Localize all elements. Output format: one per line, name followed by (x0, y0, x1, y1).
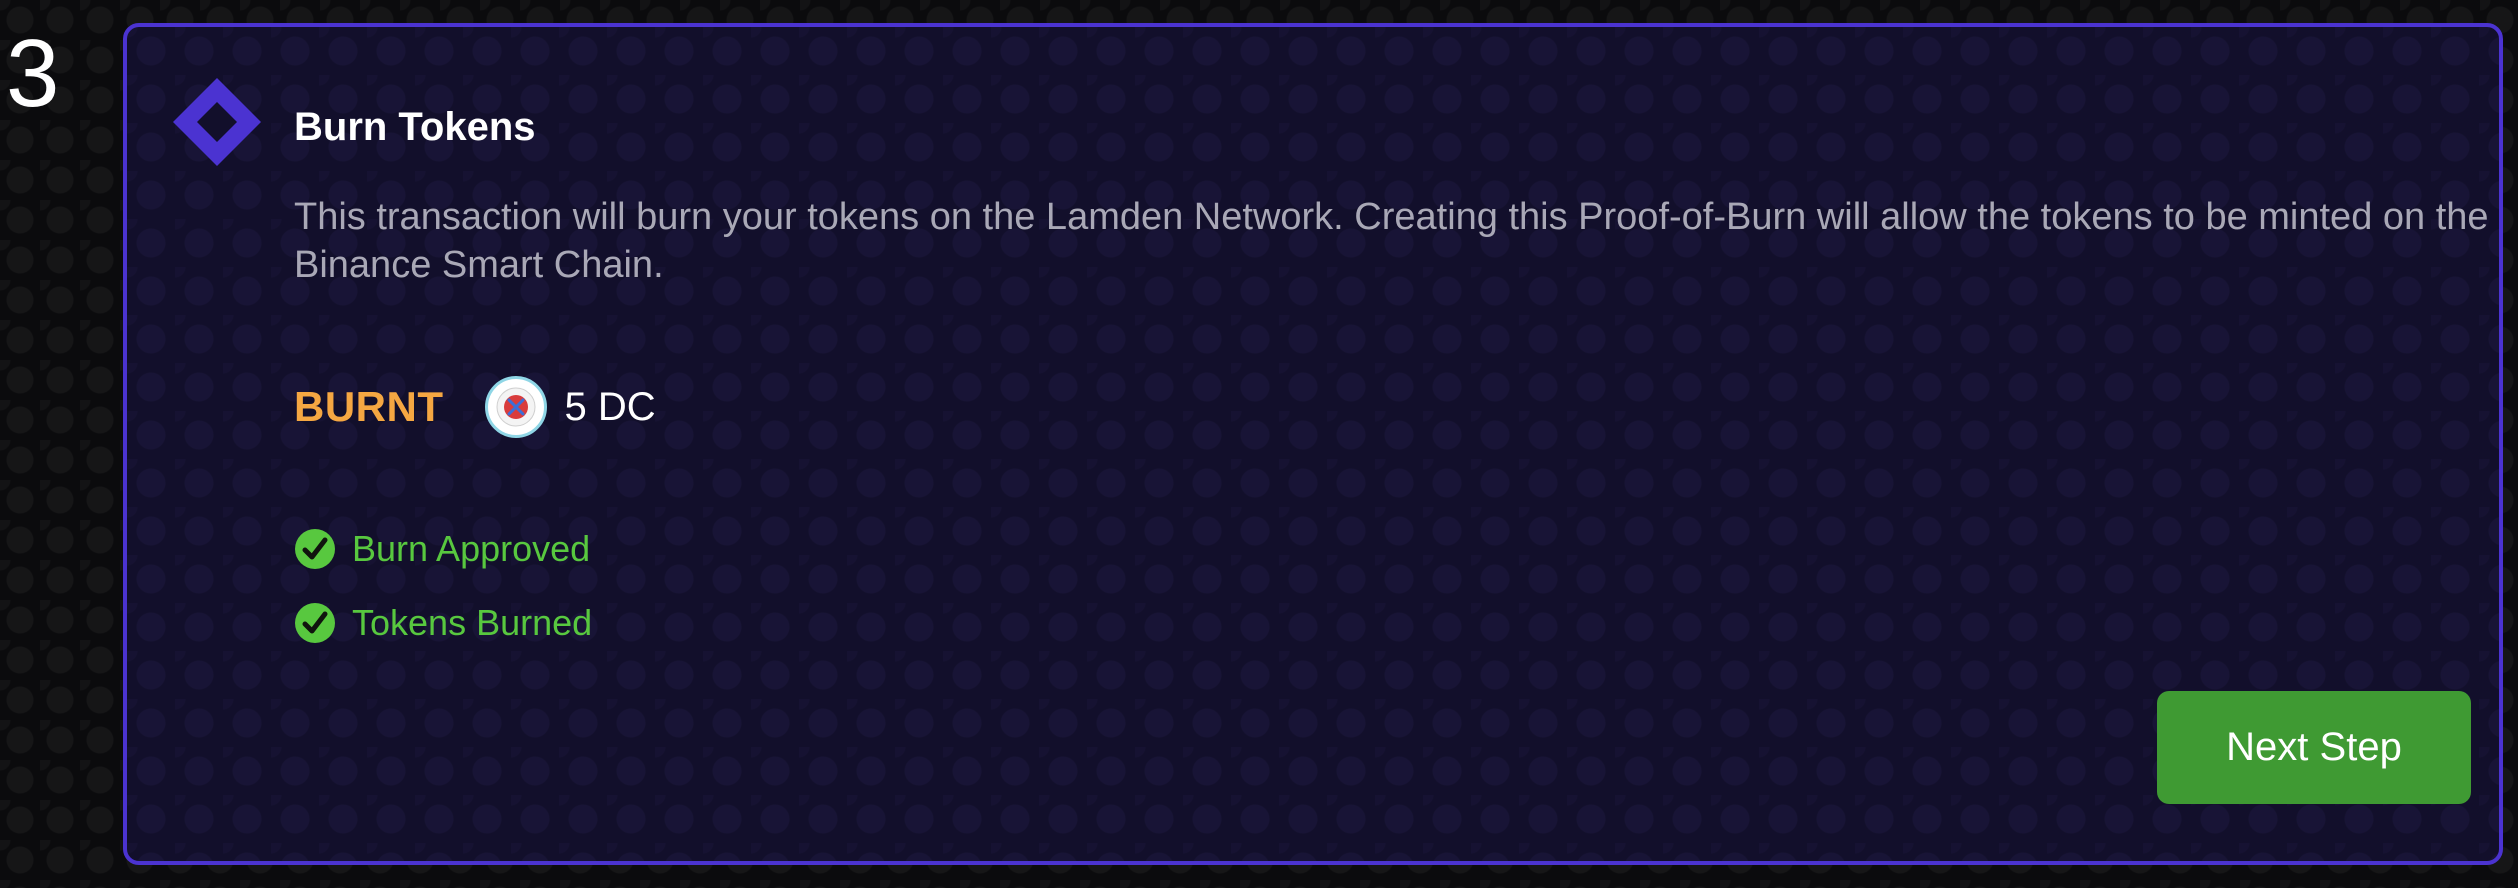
check-circle-icon (295, 529, 335, 569)
burnt-label: BURNT (294, 383, 444, 430)
token-coin-icon (485, 376, 548, 438)
step-number: 3 (6, 20, 60, 127)
card-description: This transaction will burn your tokens o… (294, 196, 2489, 286)
burn-tokens-card: Burn Tokens This transaction will burn y… (123, 23, 2503, 865)
diamond-logo-icon (173, 78, 261, 166)
status-label: Burn Approved (352, 528, 591, 569)
burn-summary: BURNT 5 DC (294, 367, 656, 447)
card-title: Burn Tokens (294, 105, 536, 149)
status-item-burn-approved: Burn Approved (294, 512, 592, 586)
next-step-button[interactable]: Next Step (2157, 691, 2471, 804)
status-label: Tokens Burned (352, 602, 593, 643)
status-item-tokens-burned: Tokens Burned (294, 586, 592, 660)
status-list: Burn Approved Tokens Burned (294, 512, 592, 660)
token-amount: 5 DC (564, 384, 656, 429)
check-circle-icon (295, 603, 335, 643)
